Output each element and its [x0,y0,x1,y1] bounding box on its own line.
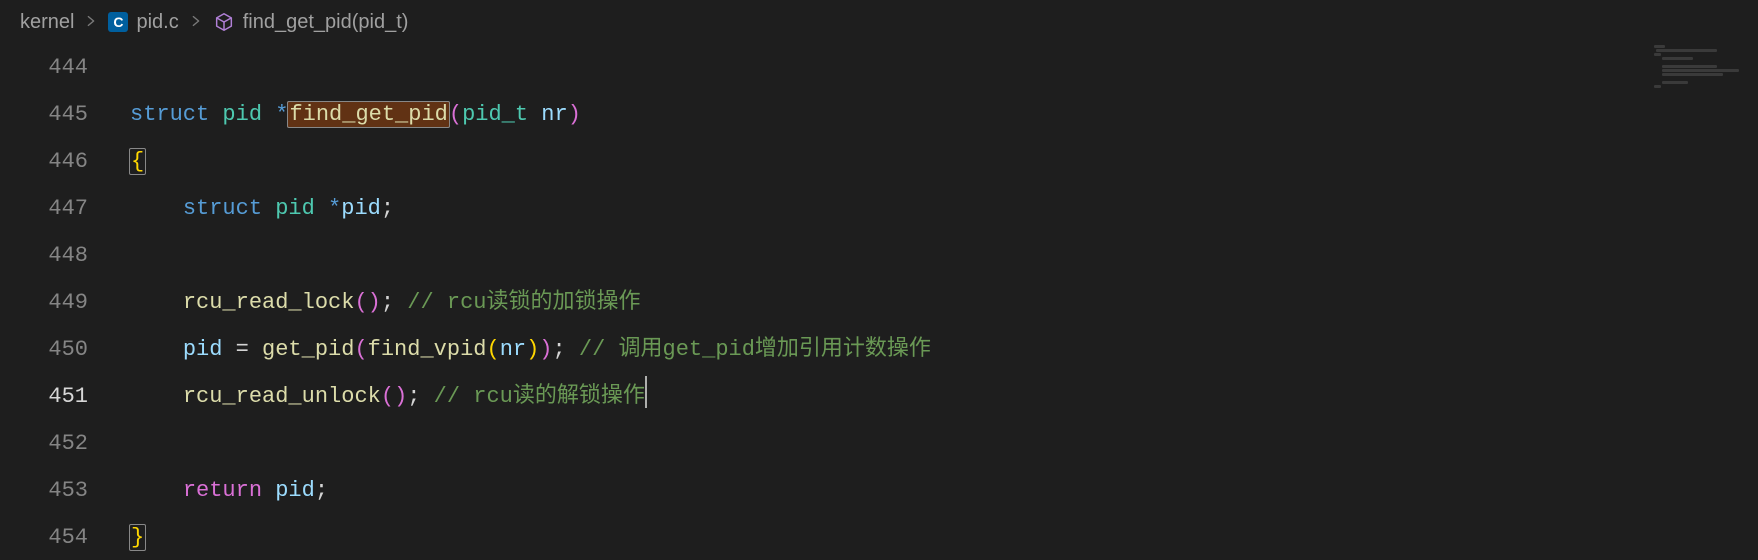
keyword: struct [130,102,209,127]
brace-close-matched: } [129,524,146,551]
variable: pid [183,337,223,362]
keyword: struct [183,196,262,221]
paren: ( [449,102,462,127]
breadcrumb[interactable]: kernel C pid.c find_get_pid(pid_t) [0,0,1758,44]
paren: ) [568,102,581,127]
comment: // rcu读锁的加锁操作 [407,290,640,315]
keyword: return [183,478,262,503]
function-call: rcu_read_unlock [183,384,381,409]
code-line[interactable]: { [130,138,1758,185]
function-call: get_pid [262,337,354,362]
minimap-line [1656,49,1717,52]
variable: nr [541,102,567,127]
minimap-line [1662,81,1688,84]
punctuation: ; [381,196,394,221]
code-line[interactable]: } [130,514,1758,560]
breadcrumb-folder-label: kernel [20,11,74,34]
line-number: 452 [0,420,88,467]
paren: ( [354,337,367,362]
breadcrumb-file-label: pid.c [136,11,178,34]
code-line[interactable] [130,420,1758,467]
code-editor[interactable]: 444 445 446 447 448 449 450 451 452 453 … [0,44,1758,560]
breadcrumb-folder[interactable]: kernel [20,11,74,34]
punctuation: ; [553,337,566,362]
code-line[interactable]: pid = get_pid(find_vpid(nr)); // 调用get_p… [130,326,1758,373]
breadcrumb-separator [189,11,203,34]
variable: pid [275,478,315,503]
minimap-line [1654,45,1665,48]
line-number: 447 [0,185,88,232]
paren: ( [354,290,367,315]
paren: ) [526,337,539,362]
paren: ) [539,337,552,362]
punctuation: ; [407,384,420,409]
variable: nr [500,337,526,362]
code-line[interactable]: return pid; [130,467,1758,514]
comment: // rcu读的解锁操作 [434,384,645,409]
breadcrumb-file[interactable]: C pid.c [108,11,178,34]
paren: ) [368,290,381,315]
code-line[interactable]: struct pid *find_get_pid(pid_t nr) [130,91,1758,138]
line-number: 453 [0,467,88,514]
line-number: 450 [0,326,88,373]
minimap[interactable] [1648,44,1758,560]
punctuation: ; [381,290,394,315]
code-line[interactable]: rcu_read_lock(); // rcu读锁的加锁操作 [130,279,1758,326]
brace-open-matched: { [129,148,146,175]
minimap-line [1662,73,1723,76]
comment: // 调用get_pid增加引用计数操作 [579,337,931,362]
code-line-current[interactable]: rcu_read_unlock(); // rcu读的解锁操作 [130,373,1758,420]
line-number-current: 451 [0,373,88,420]
code-line[interactable]: struct pid *pid; [130,185,1758,232]
variable: pid [341,196,381,221]
code-line[interactable] [130,44,1758,91]
line-number: 454 [0,514,88,560]
minimap-line [1662,65,1717,68]
line-number: 448 [0,232,88,279]
operator: * [328,196,341,221]
paren: ( [381,384,394,409]
breadcrumb-separator [84,11,98,34]
method-icon [213,11,235,33]
paren: ) [394,384,407,409]
code-area[interactable]: struct pid *find_get_pid(pid_t nr) { str… [100,44,1758,560]
minimap-line [1662,69,1739,72]
c-file-icon: C [108,12,128,32]
minimap-line [1662,57,1693,60]
line-number-gutter: 444 445 446 447 448 449 450 451 452 453 … [0,44,100,560]
line-number: 449 [0,279,88,326]
code-line[interactable] [130,232,1758,279]
function-call: find_vpid [368,337,487,362]
line-number: 444 [0,44,88,91]
type: pid_t [462,102,528,127]
breadcrumb-symbol[interactable]: find_get_pid(pid_t) [213,11,409,34]
minimap-line [1654,85,1661,88]
line-number: 446 [0,138,88,185]
breadcrumb-symbol-label: find_get_pid(pid_t) [243,11,409,34]
paren: ( [486,337,499,362]
type: pid [222,102,262,127]
type: pid [275,196,315,221]
punctuation: ; [315,478,328,503]
text-cursor [645,376,647,408]
minimap-line [1654,53,1661,56]
function-call: rcu_read_lock [183,290,355,315]
function-name-highlighted: find_get_pid [287,101,449,128]
line-number: 445 [0,91,88,138]
operator: = [236,337,249,362]
